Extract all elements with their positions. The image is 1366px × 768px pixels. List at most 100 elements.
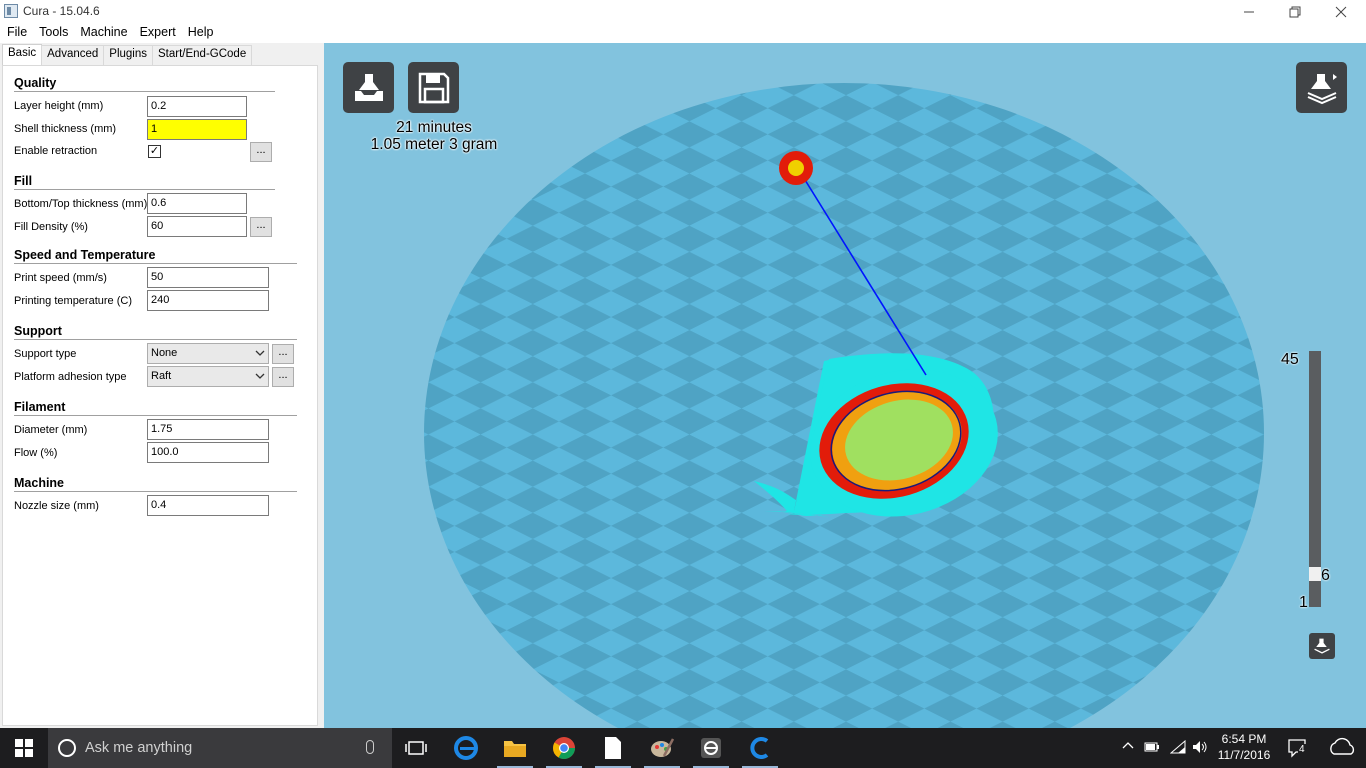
view-mode-button[interactable]: [1296, 62, 1347, 113]
diameter-input[interactable]: 1.75: [147, 419, 269, 440]
save-toolpath-button[interactable]: [408, 62, 459, 113]
cortana-icon: [58, 739, 76, 757]
support-more-button[interactable]: ...: [272, 344, 294, 364]
divider: [14, 491, 297, 492]
search-box[interactable]: Ask me anything: [48, 728, 392, 768]
taskbar-cura[interactable]: [736, 728, 784, 768]
print-material: 1.05 meter 3 gram: [370, 136, 498, 153]
print-speed-label: Print speed (mm/s): [14, 272, 107, 284]
menu-machine[interactable]: Machine: [74, 23, 133, 43]
nozzle-size-input[interactable]: 0.4: [147, 495, 269, 516]
layer-height-input[interactable]: 0.2: [147, 96, 247, 117]
flow-input[interactable]: 100.0: [147, 442, 269, 463]
menu-help[interactable]: Help: [182, 23, 220, 43]
edge-icon: [454, 736, 478, 760]
tab-basic[interactable]: Basic: [2, 44, 43, 66]
printing-temperature-label: Printing temperature (C): [14, 295, 132, 307]
fill-more-button[interactable]: ...: [250, 217, 272, 237]
shell-thickness-label: Shell thickness (mm): [14, 123, 117, 135]
wifi-icon: [1169, 739, 1186, 754]
restore-icon: [1289, 6, 1301, 17]
window-title: Cura - 15.04.6: [23, 4, 100, 18]
platform-adhesion-label: Platform adhesion type: [14, 371, 127, 383]
tab-plugins[interactable]: Plugins: [103, 45, 153, 65]
app-icon: [4, 4, 18, 18]
clock-time: 6:54 PM: [1221, 732, 1267, 746]
support-type-select[interactable]: None: [147, 343, 269, 364]
start-point-center: [788, 160, 804, 176]
taskbar-paint[interactable]: [638, 728, 686, 768]
save-icon: [418, 72, 449, 103]
menu-file[interactable]: File: [0, 23, 33, 43]
retraction-more-button[interactable]: ...: [250, 142, 272, 162]
fill-density-input[interactable]: 60: [147, 216, 247, 237]
printer-icon: [1314, 638, 1330, 654]
menu-bar: File Tools Machine Expert Help: [0, 23, 1366, 43]
tab-start-end-gcode[interactable]: Start/End-GCode: [152, 45, 253, 65]
search-placeholder: Ask me anything: [85, 740, 193, 756]
print-estimate: 21 minutes 1.05 meter 3 gram: [344, 119, 524, 153]
restore-button[interactable]: [1272, 0, 1318, 23]
start-button[interactable]: [0, 728, 48, 768]
clock-date: 11/7/2016: [1217, 748, 1271, 762]
menu-tools[interactable]: Tools: [33, 23, 74, 43]
3d-viewport[interactable]: 21 minutes 1.05 meter 3 gram 45 6 1: [324, 43, 1366, 728]
close-button[interactable]: [1318, 0, 1364, 23]
speaker-icon: [1193, 741, 1207, 753]
network-tray-button[interactable]: [1169, 739, 1186, 757]
microphone-icon[interactable]: [366, 740, 374, 754]
section-fill: Fill: [14, 174, 33, 188]
show-hidden-icons-button[interactable]: [1122, 740, 1134, 755]
basic-settings: Quality Layer height (mm) 0.2 Shell thic…: [2, 65, 318, 726]
layer-height-label: Layer height (mm): [14, 100, 104, 112]
power-tray-button[interactable]: [1144, 740, 1160, 757]
printing-temperature-input[interactable]: 240: [147, 290, 269, 311]
app-window-icon: [701, 738, 721, 758]
windows-icon: [15, 739, 33, 757]
divider: [14, 415, 297, 416]
divider: [14, 339, 297, 340]
chevron-up-icon: [1122, 742, 1134, 749]
minimize-button[interactable]: [1226, 0, 1272, 23]
chevron-down-icon: [255, 368, 265, 387]
platform-adhesion-select[interactable]: Raft: [147, 366, 269, 387]
settings-tabs: Basic Advanced Plugins Start/End-GCode: [2, 44, 253, 66]
weather-tray-button[interactable]: [1328, 736, 1358, 763]
task-view-button[interactable]: [392, 728, 440, 768]
document-icon: [605, 737, 621, 759]
layer-slider-handle[interactable]: [1309, 567, 1321, 581]
menu-expert[interactable]: Expert: [134, 23, 182, 43]
minimize-icon: [1244, 11, 1254, 12]
mini-view-button[interactable]: [1309, 633, 1335, 659]
section-speed-temperature: Speed and Temperature: [14, 248, 156, 262]
taskbar-app[interactable]: [687, 728, 735, 768]
enable-retraction-checkbox[interactable]: ✓: [148, 145, 161, 158]
bottom-top-thickness-input[interactable]: 0.6: [147, 193, 247, 214]
taskbar-file-explorer[interactable]: [491, 728, 539, 768]
diameter-label: Diameter (mm): [14, 424, 88, 436]
settings-panel: Basic Advanced Plugins Start/End-GCode Q…: [0, 43, 324, 728]
flow-label: Flow (%): [14, 447, 58, 459]
taskbar-edge[interactable]: [442, 728, 490, 768]
divider: [14, 189, 275, 190]
task-view-icon: [405, 741, 427, 755]
battery-icon: [1144, 742, 1159, 752]
taskbar-clock[interactable]: 6:54 PM 11/7/2016: [1210, 731, 1278, 763]
section-support: Support: [14, 324, 62, 338]
volume-tray-button[interactable]: [1192, 740, 1208, 757]
layer-current-label: 6: [1321, 567, 1330, 584]
action-center-button[interactable]: 4: [1288, 738, 1308, 761]
notification-count: 4: [1298, 744, 1306, 755]
load-model-button[interactable]: [343, 62, 394, 113]
print-time: 21 minutes: [396, 119, 472, 136]
taskbar-document[interactable]: [589, 728, 637, 768]
print-speed-input[interactable]: 50: [147, 267, 269, 288]
shell-thickness-input[interactable]: 1: [147, 119, 247, 140]
layer-max-label: 45: [1281, 351, 1299, 368]
close-icon: [1335, 6, 1347, 17]
taskbar-chrome[interactable]: [540, 728, 588, 768]
tab-advanced[interactable]: Advanced: [41, 45, 105, 65]
adhesion-more-button[interactable]: ...: [272, 367, 294, 387]
section-filament: Filament: [14, 400, 66, 414]
layers-view-icon: [1307, 73, 1337, 104]
